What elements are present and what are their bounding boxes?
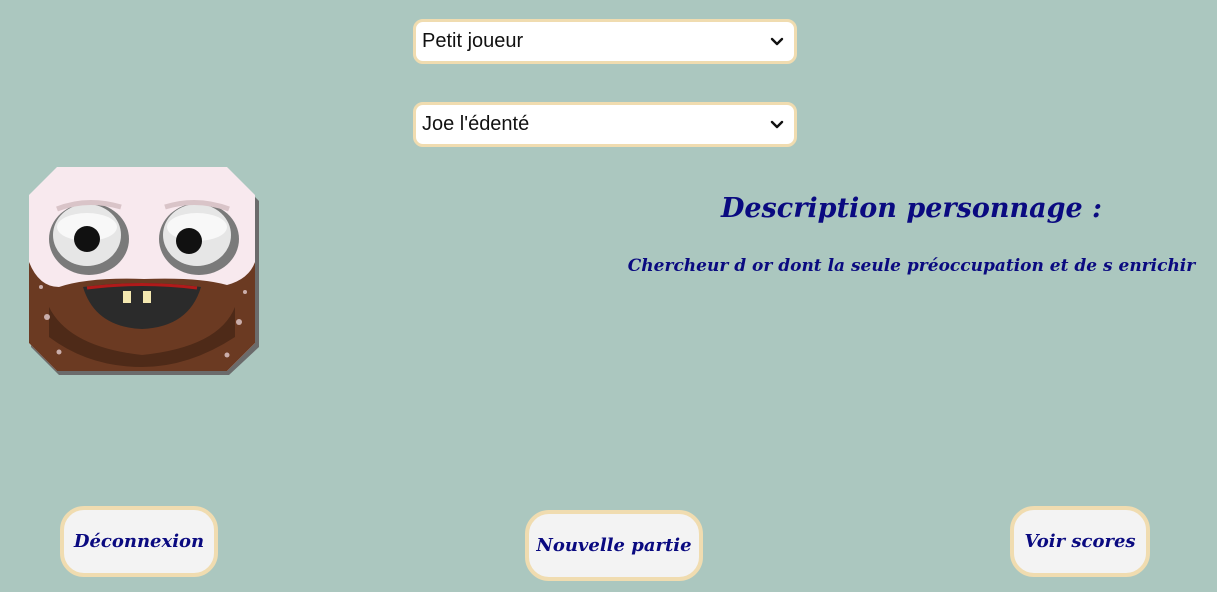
chevron-down-icon [766,114,788,136]
view-scores-button-label: Voir scores [1024,531,1136,552]
logout-button-label: Déconnexion [73,531,205,552]
logout-button[interactable]: Déconnexion [60,506,218,577]
difficulty-select-value: Petit joueur [422,30,524,52]
description-text: Chercheur d or dont la seule préoccupati… [627,256,1196,276]
character-avatar [29,167,260,376]
new-game-button[interactable]: Nouvelle partie [525,510,703,581]
difficulty-select[interactable]: Petit joueur [413,19,797,64]
view-scores-button[interactable]: Voir scores [1010,506,1150,577]
description-title: Description personnage : [720,193,1103,224]
character-select[interactable]: Joe l'édenté [413,102,797,147]
chevron-down-icon [766,31,788,53]
character-select-value: Joe l'édenté [422,113,530,135]
new-game-button-label: Nouvelle partie [536,535,692,556]
